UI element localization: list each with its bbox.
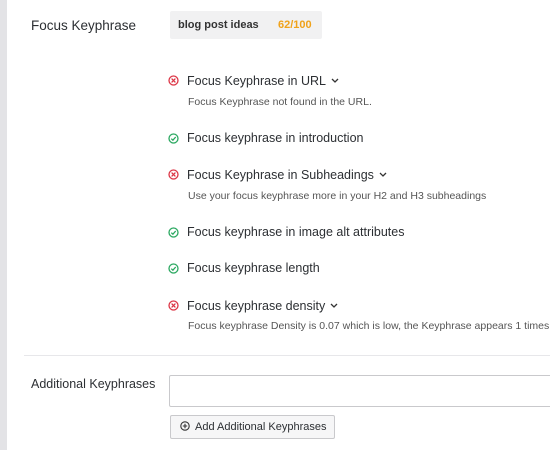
fail-circle-icon	[168, 169, 179, 180]
left-rail	[0, 0, 7, 450]
check-url-toggle[interactable]: Focus Keyphrase in URL	[187, 73, 339, 88]
additional-keyphrase-input[interactable]	[169, 375, 550, 407]
fail-circle-icon	[168, 300, 179, 311]
focus-keyphrase-label: Focus Keyphrase	[31, 18, 137, 33]
section-divider	[24, 355, 550, 356]
check-title: Focus Keyphrase in URL	[187, 74, 326, 88]
pass-circle-icon	[168, 263, 179, 274]
check-description: Use your focus keyphrase more in your H2…	[188, 190, 487, 202]
pass-circle-icon	[168, 133, 179, 144]
add-additional-keyphrases-button[interactable]: Add Additional Keyphrases	[170, 415, 335, 439]
check-title: Focus keyphrase density	[187, 299, 326, 313]
add-button-label: Add Additional Keyphrases	[195, 421, 327, 433]
chevron-down-icon	[331, 73, 339, 87]
chevron-down-icon	[379, 167, 387, 181]
plus-circle-icon	[180, 418, 190, 436]
chevron-down-icon	[330, 298, 338, 312]
check-length: Focus keyphrase length	[187, 261, 320, 275]
focus-keyphrase-value: blog post ideas	[178, 19, 259, 31]
check-subheadings-toggle[interactable]: Focus Keyphrase in Subheadings	[187, 167, 387, 182]
seo-score: 62/100	[278, 19, 312, 31]
pass-circle-icon	[168, 227, 179, 238]
check-title: Focus Keyphrase in Subheadings	[187, 168, 374, 182]
check-description: Focus keyphrase Density is 0.07 which is…	[188, 320, 550, 332]
fail-circle-icon	[168, 75, 179, 86]
additional-keyphrases-label: Additional Keyphrases	[31, 377, 156, 391]
check-introduction: Focus keyphrase in introduction	[187, 131, 364, 145]
check-image-alt: Focus keyphrase in image alt attributes	[187, 225, 405, 239]
check-density-toggle[interactable]: Focus keyphrase density	[187, 298, 338, 313]
check-description: Focus Keyphrase not found in the URL.	[188, 96, 372, 108]
focus-keyphrase-chip[interactable]: blog post ideas 62/100	[170, 11, 322, 39]
